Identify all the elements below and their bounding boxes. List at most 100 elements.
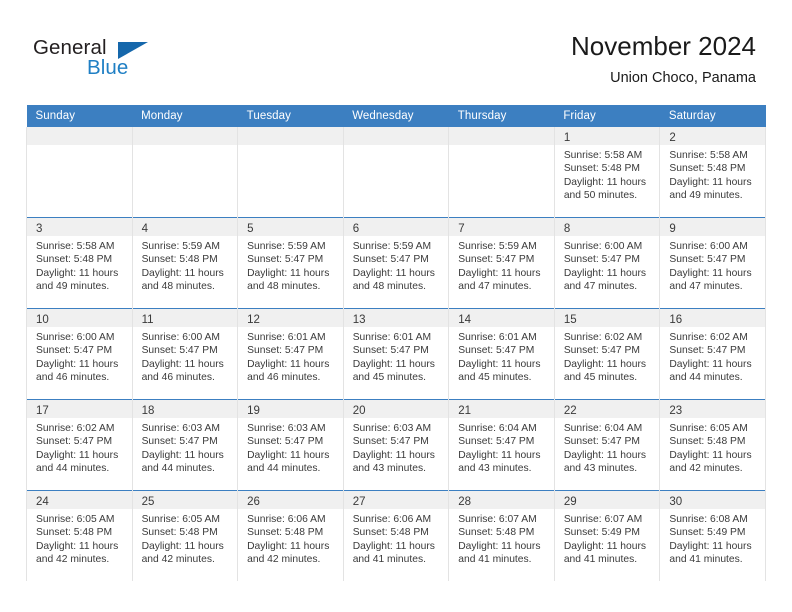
- daylight-text-line1: Daylight: 11 hours: [36, 449, 119, 461]
- daylight-text-line2: and 43 minutes.: [458, 463, 532, 475]
- day-number-strip: 16: [660, 309, 765, 327]
- sunset-text: Sunset: 5:47 PM: [141, 345, 218, 357]
- daylight-text-line2: and 45 minutes.: [563, 372, 638, 384]
- calendar-day-cell[interactable]: 23 Sunrise: 6:05 AM Sunset: 5:48 PM Dayligh…: [659, 399, 766, 491]
- day-number-strip: 28: [449, 491, 554, 509]
- calendar-day-cell[interactable]: 20 Sunrise: 6:03 AM Sunset: 5:47 PM Dayligh…: [342, 399, 450, 491]
- calendar-day-cell[interactable]: 13 Sunrise: 6:01 AM Sunset: 5:47 PM Dayligh…: [342, 308, 450, 400]
- calendar-day-cell[interactable]: 9 Sunrise: 6:00 AM Sunset: 5:47 PM Daylight…: [659, 217, 766, 309]
- daylight-text-line1: Daylight: 11 hours: [141, 449, 224, 461]
- sunset-text: Sunset: 5:48 PM: [141, 254, 218, 266]
- calendar-day-cell[interactable]: 24 Sunrise: 6:05 AM Sunset: 5:48 PM Dayligh…: [26, 490, 133, 581]
- day-number-strip: [343, 127, 449, 145]
- calendar-day-cell[interactable]: 6 Sunrise: 5:59 AM Sunset: 5:47 PM Daylight…: [342, 217, 450, 309]
- day-number: 16: [669, 314, 683, 326]
- day-number: 4: [141, 223, 148, 235]
- calendar-day-cell[interactable]: 16 Sunrise: 6:02 AM Sunset: 5:47 PM Dayligh…: [659, 308, 766, 400]
- calendar-day-cell[interactable]: 10 Sunrise: 6:00 AM Sunset: 5:47 PM Dayligh…: [26, 308, 133, 400]
- day-number: 17: [36, 405, 49, 417]
- day-number: 29: [563, 496, 577, 508]
- day-number-strip: 4: [132, 218, 238, 236]
- calendar-week-row: 24 Sunrise: 6:05 AM Sunset: 5:48 PM Dayligh…: [26, 490, 766, 581]
- day-number-strip: 13: [343, 309, 449, 327]
- general-blue-logo[interactable]: General Blue: [33, 36, 233, 84]
- calendar-day-cell[interactable]: 5 Sunrise: 5:59 AM Sunset: 5:47 PM Daylight…: [237, 217, 344, 309]
- calendar-day-cell[interactable]: 26 Sunrise: 6:06 AM Sunset: 5:48 PM Dayligh…: [237, 490, 344, 581]
- day-details: Sunrise: 6:06 AM Sunset: 5:48 PM Daylight:…: [238, 509, 343, 567]
- weekday-header-sunday: Sunday: [26, 105, 133, 127]
- calendar-day-cell[interactable]: 22 Sunrise: 6:04 AM Sunset: 5:47 PM Dayligh…: [553, 399, 661, 491]
- calendar-day-cell[interactable]: 3 Sunrise: 5:58 AM Sunset: 5:48 PM Daylight…: [26, 217, 133, 309]
- daylight-text-line1: Daylight: 11 hours: [247, 358, 330, 370]
- calendar-day-cell[interactable]: 14 Sunrise: 6:01 AM Sunset: 5:47 PM Dayligh…: [448, 308, 555, 400]
- daylight-text-line1: Daylight: 11 hours: [669, 449, 752, 461]
- calendar-day-cell[interactable]: 15 Sunrise: 6:02 AM Sunset: 5:47 PM Dayligh…: [553, 308, 661, 400]
- sunrise-text: Sunrise: 6:05 AM: [36, 514, 115, 525]
- sunrise-text: Sunrise: 6:04 AM: [563, 423, 643, 434]
- day-details: Sunrise: 6:05 AM Sunset: 5:48 PM Daylight:…: [660, 418, 765, 476]
- daylight-text-line2: and 45 minutes.: [352, 372, 426, 384]
- sunrise-text: Sunrise: 6:06 AM: [352, 514, 432, 525]
- calendar-day-cell[interactable]: 25 Sunrise: 6:05 AM Sunset: 5:48 PM Dayligh…: [131, 490, 239, 581]
- calendar-day-cell[interactable]: 19 Sunrise: 6:03 AM Sunset: 5:47 PM Dayligh…: [237, 399, 344, 491]
- daylight-text-line1: Daylight: 11 hours: [36, 358, 119, 370]
- day-details: Sunrise: 6:00 AM Sunset: 5:47 PM Daylight:…: [27, 327, 132, 385]
- daylight-text-line2: and 46 minutes.: [247, 372, 321, 384]
- sunset-text: Sunset: 5:47 PM: [36, 345, 113, 357]
- daylight-text-line2: and 50 minutes.: [563, 190, 638, 202]
- day-number: 18: [141, 405, 155, 417]
- page-title: November 2024: [571, 31, 756, 61]
- calendar-day-cell-empty: [448, 127, 555, 218]
- calendar-day-cell[interactable]: 11 Sunrise: 6:00 AM Sunset: 5:47 PM Dayligh…: [131, 308, 239, 400]
- day-details: Sunrise: 6:01 AM Sunset: 5:47 PM Daylight:…: [449, 327, 554, 385]
- calendar-day-cell[interactable]: 28 Sunrise: 6:07 AM Sunset: 5:48 PM Dayligh…: [448, 490, 555, 581]
- calendar-day-cell[interactable]: 17 Sunrise: 6:02 AM Sunset: 5:47 PM Dayligh…: [26, 399, 133, 491]
- daylight-text-line1: Daylight: 11 hours: [247, 540, 330, 552]
- calendar-day-cell[interactable]: 8 Sunrise: 6:00 AM Sunset: 5:47 PM Daylight…: [553, 217, 661, 309]
- daylight-text-line2: and 48 minutes.: [141, 281, 215, 293]
- calendar-day-cell-empty: [342, 127, 450, 218]
- daylight-text-line1: Daylight: 11 hours: [669, 267, 752, 279]
- day-number-strip: 22: [554, 400, 660, 418]
- day-number-strip: 9: [660, 218, 765, 236]
- daylight-text-line1: Daylight: 11 hours: [458, 449, 541, 461]
- daylight-text-line2: and 41 minutes.: [458, 554, 532, 566]
- sunrise-text: Sunrise: 6:03 AM: [141, 423, 220, 434]
- weekday-header-saturday: Saturday: [659, 105, 766, 127]
- calendar-day-cell[interactable]: 2 Sunrise: 5:58 AM Sunset: 5:48 PM Daylight…: [659, 127, 766, 218]
- calendar-day-cell[interactable]: 18 Sunrise: 6:03 AM Sunset: 5:47 PM Dayligh…: [131, 399, 239, 491]
- day-details: Sunrise: 6:00 AM Sunset: 5:47 PM Daylight:…: [555, 236, 660, 294]
- daylight-text-line1: Daylight: 11 hours: [563, 358, 647, 370]
- sunset-text: Sunset: 5:48 PM: [669, 436, 746, 448]
- calendar-day-cell[interactable]: 7 Sunrise: 5:59 AM Sunset: 5:47 PM Daylight…: [448, 217, 555, 309]
- day-number: 8: [563, 223, 571, 235]
- sunrise-text: Sunrise: 6:00 AM: [141, 332, 220, 343]
- calendar-day-cell[interactable]: 1 Sunrise: 5:58 AM Sunset: 5:48 PM Daylight…: [553, 127, 661, 218]
- daylight-text-line1: Daylight: 11 hours: [141, 267, 224, 279]
- sunrise-text: Sunrise: 5:58 AM: [36, 241, 115, 252]
- daylight-text-line2: and 46 minutes.: [141, 372, 215, 384]
- sunset-text: Sunset: 5:48 PM: [352, 527, 429, 539]
- daylight-text-line2: and 44 minutes.: [141, 463, 215, 475]
- calendar-day-cell[interactable]: 12 Sunrise: 6:01 AM Sunset: 5:47 PM Dayligh…: [237, 308, 344, 400]
- day-number-strip: 26: [238, 491, 343, 509]
- calendar-day-cell[interactable]: 21 Sunrise: 6:04 AM Sunset: 5:47 PM Dayligh…: [448, 399, 555, 491]
- day-number-strip: 19: [238, 400, 343, 418]
- calendar-week-row: 10 Sunrise: 6:00 AM Sunset: 5:47 PM Dayligh…: [26, 308, 766, 400]
- day-number: 11: [141, 314, 154, 326]
- day-details: Sunrise: 6:02 AM Sunset: 5:47 PM Daylight:…: [660, 327, 765, 385]
- day-details: Sunrise: 6:03 AM Sunset: 5:47 PM Daylight:…: [238, 418, 343, 476]
- daylight-text-line1: Daylight: 11 hours: [458, 540, 541, 552]
- calendar-day-cell[interactable]: 4 Sunrise: 5:59 AM Sunset: 5:48 PM Daylight…: [131, 217, 239, 309]
- calendar-day-cell[interactable]: 29 Sunrise: 6:07 AM Sunset: 5:49 PM Dayligh…: [553, 490, 661, 581]
- sunrise-text: Sunrise: 6:05 AM: [141, 514, 220, 525]
- calendar-day-cell[interactable]: 30 Sunrise: 6:08 AM Sunset: 5:49 PM Dayligh…: [659, 490, 766, 581]
- day-number-strip: 17: [27, 400, 132, 418]
- day-number: 13: [352, 314, 366, 326]
- day-number-strip: 6: [343, 218, 449, 236]
- day-number-strip: [132, 127, 238, 145]
- calendar-body: 1 Sunrise: 5:58 AM Sunset: 5:48 PM Daylight…: [26, 127, 766, 581]
- calendar-day-cell[interactable]: 27 Sunrise: 6:06 AM Sunset: 5:48 PM Dayligh…: [342, 490, 450, 581]
- calendar-day-cell-empty: [237, 127, 344, 218]
- daylight-text-line1: Daylight: 11 hours: [458, 267, 541, 279]
